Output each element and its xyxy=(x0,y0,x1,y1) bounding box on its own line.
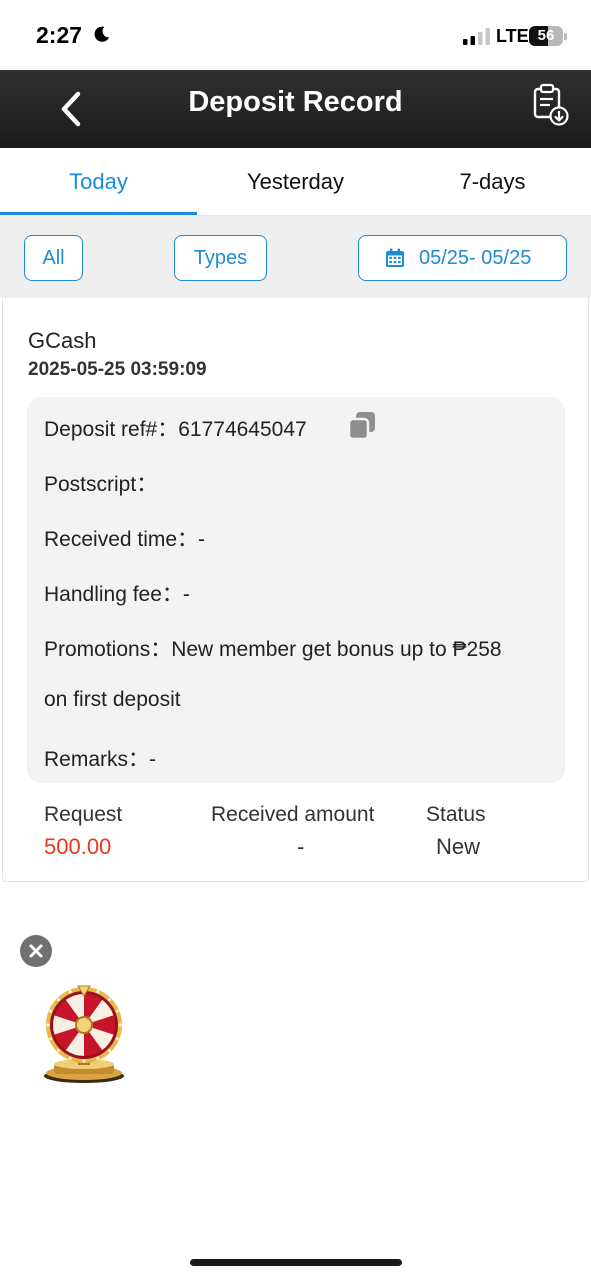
promotions-continued: on first deposit xyxy=(44,688,181,711)
wheel-light xyxy=(115,1037,119,1041)
wheel-light xyxy=(82,1059,86,1063)
handling-fee: Handling fee：- xyxy=(44,583,190,606)
promotions: Promotions：New member get bonus up to ₱2… xyxy=(44,638,502,661)
wheel-light xyxy=(49,1037,53,1041)
chevron-left-icon xyxy=(61,91,81,127)
wheel-light xyxy=(56,1048,61,1053)
wheel-light xyxy=(96,1056,100,1060)
filter-bar: All Types 05/25- 05/25 xyxy=(0,216,591,298)
record-details: Deposit ref#：61774645047 Postscript： Rec… xyxy=(27,397,565,783)
lucky-wheel-widget[interactable] xyxy=(38,984,130,1086)
status-time: 2:27 xyxy=(36,22,83,48)
wheel-light xyxy=(46,1023,50,1027)
battery-icon: 56 xyxy=(529,26,567,46)
date-range-label: 05/25- 05/25 xyxy=(419,247,532,269)
network-type: LTE xyxy=(496,26,529,46)
close-icon xyxy=(29,944,43,958)
postscript: Postscript： xyxy=(44,473,158,496)
wheel-light xyxy=(107,1048,112,1053)
tab-yesterday[interactable]: Yesterday xyxy=(197,148,394,216)
clipboard-download-icon xyxy=(533,83,569,126)
received-amount-label: Received amount xyxy=(211,803,375,826)
types-filter-button[interactable]: Types xyxy=(174,235,267,281)
copy-icon[interactable] xyxy=(346,410,378,442)
wheel-light xyxy=(56,997,61,1002)
wheel-light xyxy=(107,997,112,1002)
wheel-light xyxy=(68,990,72,994)
tab-today[interactable]: Today xyxy=(0,148,197,216)
calendar-icon xyxy=(386,248,404,267)
wheel-light xyxy=(49,1009,53,1013)
remarks: Remarks：- xyxy=(44,748,157,771)
wheel-light xyxy=(115,1009,119,1013)
wheel-light xyxy=(118,1023,122,1027)
tab-7-days[interactable]: 7-days xyxy=(394,148,591,216)
deposit-record-card: GCash 2025-05-25 03:59:09 Deposit ref#：6… xyxy=(2,298,589,882)
record-datetime: 2025-05-25 03:59:09 xyxy=(28,359,207,380)
download-record-button[interactable] xyxy=(526,82,574,132)
wheel-light xyxy=(96,990,100,994)
status-bar: 2:27 LTE 56 xyxy=(0,0,591,70)
signal-icon xyxy=(463,28,490,45)
date-tabs: Today Yesterday 7-days xyxy=(0,148,591,216)
request-label: Request xyxy=(44,803,123,826)
received-amount-value: - xyxy=(297,834,305,859)
all-filter-button[interactable]: All xyxy=(24,235,83,281)
app-header: Deposit Record xyxy=(0,70,591,148)
close-widget-button[interactable] xyxy=(20,935,52,967)
active-tab-indicator xyxy=(0,212,197,215)
status-value: New xyxy=(436,834,481,859)
moon-icon xyxy=(94,26,110,42)
battery-level: 56 xyxy=(537,27,555,44)
payment-method: GCash xyxy=(28,328,97,353)
status-label: Status xyxy=(426,803,486,826)
deposit-ref: Deposit ref#：61774645047 xyxy=(44,418,307,441)
back-button[interactable] xyxy=(48,84,94,134)
received-time: Received time：- xyxy=(44,528,206,551)
request-amount: 500.00 xyxy=(44,834,112,859)
wheel-light xyxy=(68,1056,72,1060)
home-indicator xyxy=(190,1259,402,1266)
date-range-button[interactable]: 05/25- 05/25 xyxy=(358,235,567,281)
prize-wheel-icon xyxy=(44,985,124,1083)
